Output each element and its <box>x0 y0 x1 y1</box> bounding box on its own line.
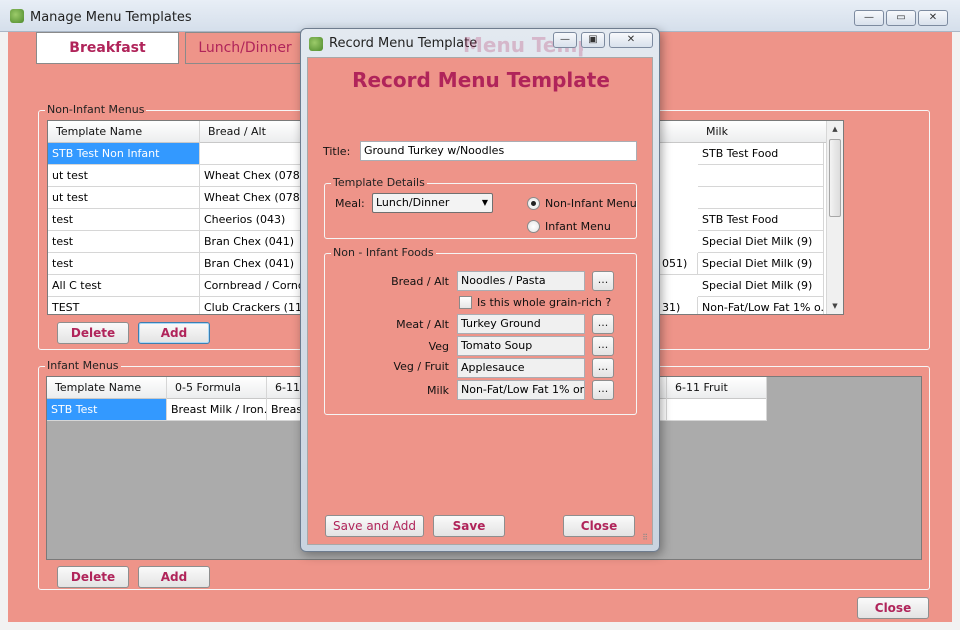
tab-lunch-dinner[interactable]: Lunch/Dinner <box>185 32 305 64</box>
table-cell[interactable] <box>667 399 767 421</box>
infant-legend: Infant Menus <box>45 359 121 372</box>
table-cell[interactable]: Cornbread / Corndog <box>200 275 304 297</box>
radio-non-infant-label[interactable]: Non-Infant Menu <box>545 197 637 210</box>
col-0-5-formula[interactable]: 0-5 Formula <box>167 377 267 399</box>
milk-field[interactable]: Non-Fat/Low Fat 1% or Lo <box>457 380 585 400</box>
milk-browse-button[interactable]: ... <box>592 380 614 400</box>
title-label: Title: <box>323 145 351 158</box>
table-row[interactable]: ut test <box>48 165 200 187</box>
table-cell[interactable]: Breast Milk / Iron... <box>167 399 267 421</box>
table-row[interactable]: test <box>48 209 200 231</box>
table-row[interactable]: test <box>48 253 200 275</box>
dialog-window-title: Record Menu Template <box>329 36 478 51</box>
bread-field[interactable]: Noodles / Pasta <box>457 271 585 291</box>
table-row[interactable]: ut test <box>48 187 200 209</box>
meat-browse-button[interactable]: ... <box>592 314 614 334</box>
dialog-maximize-button[interactable]: ▣ <box>581 32 605 48</box>
table-cell[interactable]: Special Diet Milk (9) <box>698 253 824 275</box>
veg-field[interactable]: Tomato Soup <box>457 336 585 356</box>
infant-delete-button[interactable]: Delete <box>57 566 129 588</box>
veg-fruit-browse-button[interactable]: ... <box>592 358 614 378</box>
non-infant-add-button[interactable]: Add <box>138 322 210 344</box>
table-cell[interactable]: Bran Chex (041) <box>200 253 304 275</box>
meat-label: Meat / Alt <box>396 318 449 331</box>
radio-non-infant[interactable] <box>527 197 540 210</box>
whole-grain-label[interactable]: Is this whole grain-rich ? <box>477 296 611 309</box>
scroll-down-icon[interactable]: ▼ <box>827 298 843 314</box>
table-cell[interactable] <box>200 143 304 165</box>
maximize-button[interactable]: ▭ <box>886 10 916 26</box>
table-row[interactable]: TEST <box>48 297 200 314</box>
meal-select[interactable]: Lunch/Dinner ▼ <box>372 193 493 213</box>
record-menu-template-dialog: Record Menu Template Menu Template — ▣ ✕… <box>300 28 660 552</box>
veg-label: Veg <box>428 340 449 353</box>
main-close-button[interactable]: Close <box>857 597 929 619</box>
table-cell[interactable]: 31) <box>658 297 698 314</box>
save-button[interactable]: Save <box>433 515 505 537</box>
col-milk[interactable]: Milk <box>698 121 828 143</box>
app-icon <box>10 9 24 23</box>
template-details-group: Template Details Meal: Lunch/Dinner ▼ No… <box>324 176 637 239</box>
col-6-11-fruit[interactable]: 6-11 Fruit <box>667 377 767 399</box>
scroll-up-icon[interactable]: ▲ <box>827 121 843 137</box>
col-template-name[interactable]: Template Name <box>47 377 167 399</box>
veg-browse-button[interactable]: ... <box>592 336 614 356</box>
vertical-scrollbar[interactable]: ▲ ▼ <box>826 121 843 314</box>
table-cell[interactable]: STB Test Food <box>698 209 824 231</box>
table-cell[interactable]: Wheat Chex (078) <box>200 165 304 187</box>
radio-infant-label[interactable]: Infant Menu <box>545 220 611 233</box>
table-row[interactable]: STB Test <box>47 399 167 421</box>
veg-fruit-label: Veg / Fruit <box>393 360 449 373</box>
milk-label: Milk <box>427 384 449 397</box>
table-cell[interactable]: Club Crackers (117) <box>200 297 304 314</box>
table-cell[interactable]: Special Diet Milk (9) <box>698 275 824 297</box>
table-row[interactable]: STB Test Non Infant <box>48 143 200 165</box>
minimize-button[interactable]: — <box>854 10 884 26</box>
dialog-app-icon <box>309 37 323 51</box>
non-infant-legend: Non-Infant Menus <box>45 103 147 116</box>
tab-breakfast[interactable]: Breakfast <box>36 32 179 64</box>
template-details-legend: Template Details <box>331 176 427 189</box>
radio-infant[interactable] <box>527 220 540 233</box>
dialog-heading: Record Menu Template <box>352 68 610 92</box>
dialog-close-action-button[interactable]: Close <box>563 515 635 537</box>
table-cell[interactable]: Cheerios (043) <box>200 209 304 231</box>
dialog-close-button[interactable]: ✕ <box>609 32 653 48</box>
table-cell[interactable]: STB Test Food <box>698 143 824 165</box>
table-row[interactable]: All C test <box>48 275 200 297</box>
table-cell[interactable]: 051) <box>658 253 698 275</box>
table-cell[interactable] <box>698 165 824 187</box>
veg-fruit-field[interactable]: Applesauce <box>457 358 585 378</box>
non-infant-delete-button[interactable]: Delete <box>57 322 129 344</box>
col-bread-alt[interactable]: Bread / Alt <box>200 121 304 143</box>
table-cell[interactable]: Non-Fat/Low Fat 1% o... <box>698 297 824 314</box>
meat-field[interactable]: Turkey Ground <box>457 314 585 334</box>
close-window-button[interactable]: ✕ <box>918 10 948 26</box>
title-input[interactable]: Ground Turkey w/Noodles <box>360 141 637 161</box>
table-cell[interactable]: Special Diet Milk (9) <box>698 231 824 253</box>
resize-grip-icon[interactable]: ⠿ <box>642 534 648 542</box>
table-row[interactable]: test <box>48 231 200 253</box>
dialog-minimize-button[interactable]: — <box>553 32 577 48</box>
table-cell[interactable]: Wheat Chex (078) <box>200 187 304 209</box>
table-cell[interactable] <box>698 187 824 209</box>
table-cell[interactable]: Bran Chex (041) <box>200 231 304 253</box>
window-title: Manage Menu Templates <box>30 10 192 25</box>
save-and-add-button[interactable]: Save and Add <box>325 515 424 537</box>
meal-label: Meal: <box>335 197 365 210</box>
dialog-body: Record Menu Template Title: Ground Turke… <box>307 57 653 545</box>
whole-grain-checkbox[interactable] <box>459 296 472 309</box>
foods-legend: Non - Infant Foods <box>331 246 436 259</box>
non-infant-foods-group: Non - Infant Foods Bread / Alt Noodles /… <box>324 246 637 415</box>
meal-select-value: Lunch/Dinner <box>376 196 450 209</box>
bread-browse-button[interactable]: ... <box>592 271 614 291</box>
bread-label: Bread / Alt <box>391 275 449 288</box>
infant-add-button[interactable]: Add <box>138 566 210 588</box>
scroll-thumb[interactable] <box>829 139 841 217</box>
col-template-name[interactable]: Template Name <box>48 121 200 143</box>
chevron-down-icon: ▼ <box>481 198 488 207</box>
